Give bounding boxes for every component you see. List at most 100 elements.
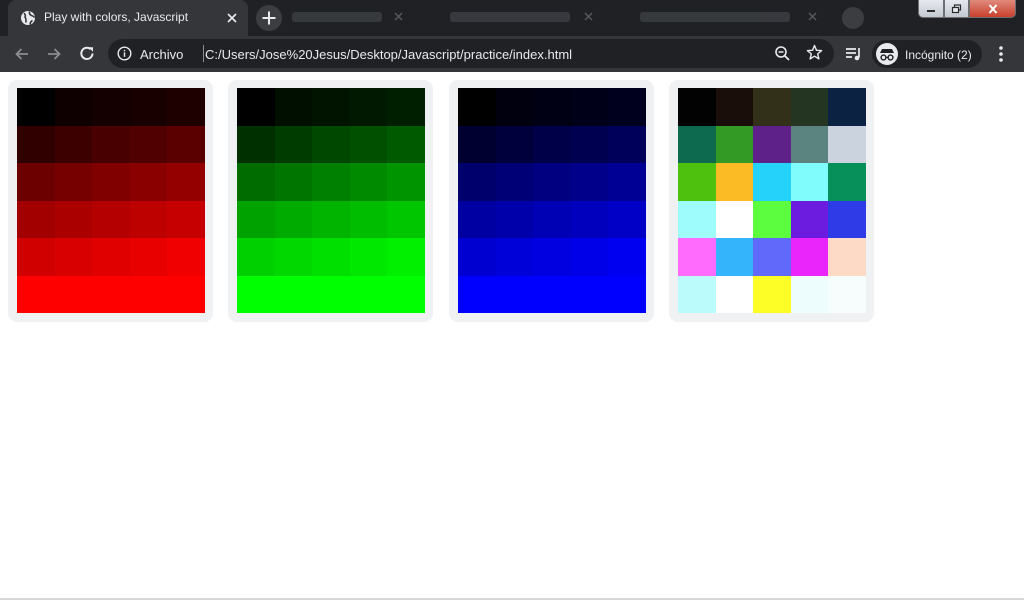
color-cell xyxy=(533,88,571,126)
color-cell xyxy=(54,125,93,163)
tab-text-placeholder xyxy=(292,12,382,22)
color-cell xyxy=(495,275,534,313)
background-tab[interactable] xyxy=(292,8,412,28)
color-cell xyxy=(237,200,275,238)
background-tab[interactable] xyxy=(622,8,822,28)
color-cell xyxy=(54,200,93,238)
window-controls xyxy=(918,0,1018,19)
new-tab-button[interactable] xyxy=(256,5,282,31)
color-cell xyxy=(828,125,866,163)
color-grid xyxy=(237,88,425,313)
tab-search-button[interactable] xyxy=(842,7,864,29)
color-cell xyxy=(753,125,791,163)
color-cell xyxy=(715,163,754,201)
color-cell xyxy=(312,125,350,163)
color-cell xyxy=(167,163,205,201)
color-cell xyxy=(678,275,716,313)
color-cell xyxy=(533,200,571,238)
plus-icon xyxy=(262,11,276,25)
color-cell xyxy=(715,200,754,238)
back-button[interactable] xyxy=(10,42,34,66)
more-vert-icon[interactable] xyxy=(990,44,1012,64)
color-cell xyxy=(678,125,716,163)
color-cell xyxy=(678,200,716,238)
incognito-label: Incógnito (2) xyxy=(905,48,972,62)
color-cell xyxy=(129,163,168,201)
color-cell xyxy=(458,163,496,201)
color-cell xyxy=(92,88,130,126)
color-cell xyxy=(387,238,425,276)
color-grid xyxy=(678,88,866,313)
color-cell xyxy=(608,88,646,126)
color-cell xyxy=(608,238,646,276)
color-cell xyxy=(129,275,168,313)
color-cell xyxy=(753,238,791,276)
color-cell xyxy=(570,200,609,238)
color-cell xyxy=(608,275,646,313)
color-cell xyxy=(54,163,93,201)
background-tabs[interactable] xyxy=(292,0,852,36)
color-cell xyxy=(274,125,313,163)
window-close-button[interactable] xyxy=(969,0,1016,18)
color-cell xyxy=(237,275,275,313)
color-cell xyxy=(790,88,829,126)
forward-button[interactable] xyxy=(42,42,66,66)
color-cell xyxy=(715,275,754,313)
tab-title: Play with colors, Javascript xyxy=(44,10,189,24)
color-cell xyxy=(129,238,168,276)
color-cell xyxy=(17,125,55,163)
color-cell xyxy=(387,88,425,126)
color-cell xyxy=(129,125,168,163)
color-cell xyxy=(92,163,130,201)
close-icon[interactable] xyxy=(584,12,593,21)
color-cell xyxy=(274,200,313,238)
color-cell xyxy=(828,275,866,313)
color-cell xyxy=(167,125,205,163)
color-cell xyxy=(17,275,55,313)
color-cell xyxy=(167,238,205,276)
zoom-out-icon[interactable] xyxy=(774,45,791,62)
color-cell xyxy=(570,238,609,276)
color-cell xyxy=(458,200,496,238)
info-icon[interactable] xyxy=(117,46,132,61)
address-bar[interactable]: Archivo C:/Users/Jose%20Jesus/Desktop/Ja… xyxy=(108,39,834,68)
maximize-button[interactable] xyxy=(944,0,969,18)
close-icon[interactable] xyxy=(224,10,240,26)
site-info-label[interactable]: Archivo xyxy=(140,47,183,62)
background-tab[interactable] xyxy=(450,8,600,28)
url-text[interactable]: C:/Users/Jose%20Jesus/Desktop/Javascript… xyxy=(205,47,572,62)
color-cell xyxy=(237,125,275,163)
tab-text-placeholder xyxy=(450,12,570,22)
color-cell xyxy=(495,125,534,163)
color-cell xyxy=(715,125,754,163)
color-cell xyxy=(349,238,388,276)
color-cell xyxy=(828,238,866,276)
color-cell xyxy=(753,200,791,238)
color-cell xyxy=(495,88,534,126)
close-icon[interactable] xyxy=(808,12,817,21)
color-cell xyxy=(790,275,829,313)
color-cell xyxy=(828,200,866,238)
color-cell xyxy=(458,125,496,163)
star-icon[interactable] xyxy=(806,44,823,61)
color-cell xyxy=(715,88,754,126)
color-cell xyxy=(387,163,425,201)
incognito-profile-button[interactable]: Incógnito (2) xyxy=(872,40,982,68)
page-content xyxy=(0,72,1024,598)
color-cell xyxy=(349,200,388,238)
minimize-button[interactable] xyxy=(918,0,944,18)
color-cell xyxy=(237,238,275,276)
color-cell xyxy=(828,163,866,201)
active-tab[interactable]: Play with colors, Javascript xyxy=(8,0,248,36)
color-cell xyxy=(495,200,534,238)
color-cell xyxy=(312,200,350,238)
media-queue-icon[interactable] xyxy=(844,44,864,64)
color-cell xyxy=(167,88,205,126)
color-cell xyxy=(92,238,130,276)
minimize-icon xyxy=(927,9,935,12)
reload-button[interactable] xyxy=(75,42,99,66)
close-icon[interactable] xyxy=(394,12,403,21)
color-cell xyxy=(570,88,609,126)
color-cell xyxy=(17,200,55,238)
reload-icon xyxy=(80,46,94,60)
